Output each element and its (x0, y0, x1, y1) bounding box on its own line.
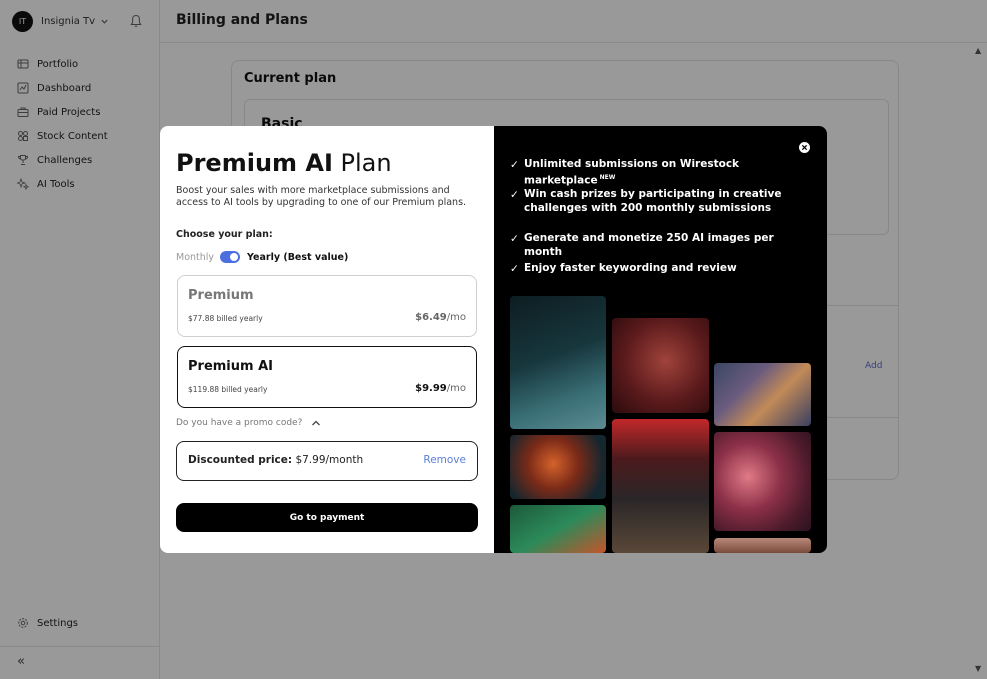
billing-period-toggle: Monthly Yearly (Best value) (176, 251, 348, 263)
modal-title-rest: Plan (332, 149, 392, 177)
gallery-image (714, 363, 811, 426)
close-button[interactable] (799, 142, 810, 153)
plan-option-premium[interactable]: Premium $77.88 billed yearly $6.49/mo (177, 275, 477, 337)
choose-plan-label: Choose your plan: (176, 229, 273, 240)
modal-title: Premium AI Plan (176, 149, 392, 177)
check-icon: ✓ (510, 189, 519, 201)
plan-price: $9.99/mo (415, 383, 466, 394)
plan-price-period: /mo (446, 312, 466, 323)
billing-toggle-switch[interactable] (220, 251, 241, 263)
discount-price: Discounted price: $7.99/month (188, 454, 363, 466)
gallery-image (510, 435, 606, 499)
modal-title-bold: Premium AI (176, 149, 333, 177)
discount-label: Discounted price: (188, 454, 293, 466)
gallery-image (510, 296, 606, 429)
plan-price-amount: $9.99 (415, 383, 447, 394)
feature-text: Win cash prizes by participating in crea… (524, 188, 782, 214)
feature-text: Enjoy faster keywording and review (524, 262, 737, 274)
feature-text: Generate and monetize 250 AI images per … (524, 232, 774, 258)
promo-code-label: Do you have a promo code? (176, 418, 303, 428)
gallery-image (612, 419, 709, 553)
feature-item: ✓ Enjoy faster keywording and review (510, 261, 810, 276)
upgrade-modal: Premium AI Plan Boost your sales with mo… (160, 126, 827, 553)
modal-features-panel: ✓ Unlimited submissions on Wirestock mar… (494, 126, 827, 553)
yearly-label[interactable]: Yearly (Best value) (247, 252, 348, 263)
discount-box: Discounted price: $7.99/month Remove (176, 441, 478, 481)
plan-billed-text: $119.88 billed yearly (188, 385, 268, 394)
plan-billed-text: $77.88 billed yearly (188, 314, 263, 323)
check-icon: ✓ (510, 233, 519, 245)
plan-option-premium-ai[interactable]: Premium AI $119.88 billed yearly $9.99/m… (177, 346, 477, 408)
gallery-image (714, 538, 811, 553)
remove-promo-link[interactable]: Remove (423, 454, 466, 466)
check-icon: ✓ (510, 263, 519, 275)
plan-price: $6.49/mo (415, 312, 466, 323)
feature-label: Unlimited submissions on Wirestock marke… (524, 158, 740, 187)
modal-description: Boost your sales with more marketplace s… (176, 185, 467, 208)
discount-value: $7.99/month (292, 454, 364, 466)
gallery-image (714, 432, 811, 531)
check-icon: ✓ (510, 159, 519, 171)
close-icon (801, 144, 808, 151)
go-to-payment-button[interactable]: Go to payment (176, 503, 478, 532)
feature-item: ✓ Generate and monetize 250 AI images pe… (510, 231, 810, 259)
plan-name: Premium AI (188, 359, 273, 374)
gallery-image (612, 318, 709, 413)
chevron-up-icon (312, 420, 321, 426)
gallery-image (510, 505, 606, 553)
monthly-label[interactable]: Monthly (176, 252, 214, 263)
feature-text: Unlimited submissions on Wirestock marke… (524, 157, 810, 188)
plan-price-amount: $6.49 (415, 312, 447, 323)
promo-code-toggle[interactable]: Do you have a promo code? (176, 418, 321, 428)
plan-name: Premium (188, 288, 254, 303)
modal-plan-panel: Premium AI Plan Boost your sales with mo… (160, 126, 494, 553)
feature-item: ✓ Win cash prizes by participating in cr… (510, 187, 810, 215)
plan-price-period: /mo (446, 383, 466, 394)
new-badge: NEW (599, 174, 616, 181)
feature-item: ✓ Unlimited submissions on Wirestock mar… (510, 157, 810, 188)
